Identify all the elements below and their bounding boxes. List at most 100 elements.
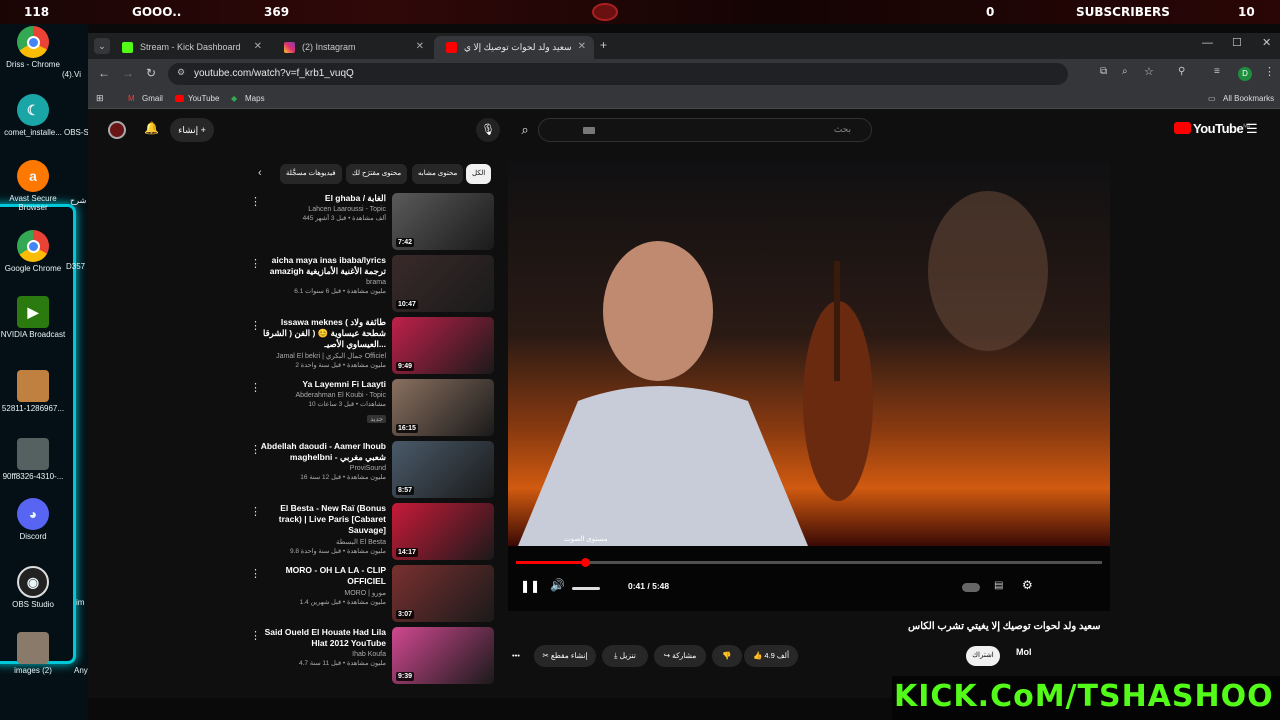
recommended-video[interactable]: ⋮ MORO - OH LA LA - CLIP OFFICIEL MORO | م… bbox=[248, 565, 494, 623]
duration-badge: 8:57 bbox=[396, 486, 415, 495]
recommended-title[interactable]: Ya Layemni Fi Laayti bbox=[256, 379, 386, 390]
thumbnail[interactable]: 7:42 bbox=[392, 193, 494, 250]
recommended-channel[interactable]: Ihab Koufa bbox=[256, 651, 386, 658]
zoom-icon[interactable]: ⌕ bbox=[1122, 66, 1128, 77]
tab-search-icon[interactable]: ⌄ bbox=[94, 38, 110, 54]
minimize-icon[interactable]: — bbox=[1202, 37, 1213, 49]
recommended-title[interactable]: El ghaba / الغابة bbox=[256, 193, 386, 204]
hamburger-menu-icon[interactable]: ☰ bbox=[1246, 121, 1258, 137]
more-actions-icon[interactable]: ••• bbox=[506, 645, 526, 667]
voice-search-icon[interactable]: 🎙 bbox=[476, 118, 500, 142]
close-tab-icon[interactable]: ✕ bbox=[254, 41, 262, 52]
thumbnail[interactable]: 10:47 bbox=[392, 255, 494, 312]
forward-icon[interactable]: → bbox=[122, 66, 134, 80]
chip-recommended[interactable]: محتوى مقترَح لك bbox=[346, 164, 408, 184]
recommended-video[interactable]: ⋮ El ghaba / الغابة Lahcen Laaroussi - Top… bbox=[248, 193, 494, 251]
dislike-button[interactable]: 👎 bbox=[712, 645, 742, 667]
recommended-title[interactable]: MORO - OH LA LA - CLIP OFFICIEL bbox=[256, 565, 386, 587]
progress-bar[interactable] bbox=[516, 558, 1102, 567]
chip-similar[interactable]: محتوى مشابه bbox=[412, 164, 464, 184]
close-tab-icon[interactable]: ✕ bbox=[416, 41, 424, 52]
recommended-channel[interactable]: brama bbox=[256, 279, 386, 286]
subtitles-icon[interactable]: ▤ bbox=[994, 580, 1003, 591]
desktop-icon-comet[interactable]: ☾ comet_installe... bbox=[0, 94, 66, 137]
desktop-icon-images-2[interactable]: images (2) bbox=[0, 632, 66, 675]
channel-name[interactable]: Mol bbox=[1016, 647, 1032, 657]
site-info-icon[interactable]: ⚙ bbox=[177, 67, 185, 78]
keyboard-icon[interactable] bbox=[583, 127, 595, 134]
volume-slider[interactable] bbox=[572, 587, 600, 590]
profile-avatar[interactable]: D bbox=[1238, 67, 1252, 81]
subscribe-button[interactable]: اشتراك bbox=[966, 646, 1000, 666]
account-avatar[interactable] bbox=[108, 121, 126, 139]
maximize-icon[interactable]: ☐ bbox=[1232, 36, 1242, 49]
recommended-channel[interactable]: Jamal El bekri | جمال البكري Officiel bbox=[256, 352, 386, 360]
clip-button[interactable]: ✂ إنشاء مقطع bbox=[534, 645, 596, 667]
cast-icon[interactable]: ⧉ bbox=[1100, 66, 1107, 77]
desktop-icon-image-52811[interactable]: 52811-1286967... bbox=[0, 370, 66, 413]
recommended-channel[interactable]: Abderahman El Koubi - Topic bbox=[256, 392, 386, 399]
close-window-icon[interactable]: ✕ bbox=[1262, 36, 1271, 49]
chip-recorded[interactable]: فيديوهات مسجَّلة bbox=[280, 164, 342, 184]
share-button[interactable]: ↪ مشاركة bbox=[654, 645, 706, 667]
desktop-icon-image-90ff[interactable]: 90ff8326-4310-... bbox=[0, 438, 66, 481]
recommended-video[interactable]: ⋮ Abdellah daoudi - Aamer lhoub maghelbni… bbox=[248, 441, 494, 499]
apps-icon[interactable]: ⊞ bbox=[96, 93, 104, 104]
thumbnail[interactable]: 9:49 bbox=[392, 317, 494, 374]
thumbnail[interactable]: 3:07 bbox=[392, 565, 494, 622]
recommended-title[interactable]: Abdellah daoudi - Aamer lhoub maghelbni … bbox=[256, 441, 386, 463]
volume-icon[interactable]: 🔊 bbox=[550, 578, 565, 592]
recommended-video[interactable]: ⋮ aicha maya inas ibaba/lyrics amazigh تر… bbox=[248, 255, 494, 313]
thumbnail[interactable]: 9:39 bbox=[392, 627, 494, 684]
desktop-icon-nvidia[interactable]: ▶ NVIDIA Broadcast bbox=[0, 296, 66, 339]
bookmark-maps[interactable]: Maps bbox=[245, 94, 265, 103]
recommended-video[interactable]: ⋮ Said Oueld El Houate Had Lila Hlat 2012… bbox=[248, 627, 494, 685]
recommended-channel[interactable]: MORO | مورو bbox=[256, 589, 386, 597]
video-player[interactable]: مستوى الصوت ❚❚ 🔊 0:41 / 5:48 ▤ ⚙ bbox=[508, 161, 1110, 611]
close-tab-icon[interactable]: ✕ bbox=[578, 41, 586, 52]
recommended-title[interactable]: El Besta - New Raï (Bonus track) | Live … bbox=[256, 503, 386, 536]
recommended-channel[interactable]: ProviSound bbox=[256, 465, 386, 472]
chrome-menu-icon[interactable]: ⋮ bbox=[1264, 65, 1275, 78]
desktop-icon-driss-chrome[interactable]: Driss - Chrome bbox=[0, 26, 66, 69]
recommended-title[interactable]: Said Oueld El Houate Had Lila Hlat 2012 … bbox=[256, 627, 386, 649]
bookmark-gmail[interactable]: Gmail bbox=[142, 94, 163, 103]
recommended-channel[interactable]: البسطة El Besta bbox=[256, 538, 386, 546]
reload-icon[interactable]: ↻ bbox=[146, 66, 156, 80]
pause-icon[interactable]: ❚❚ bbox=[520, 579, 540, 593]
download-button[interactable]: ⤓ تنزيل bbox=[602, 645, 648, 667]
all-bookmarks[interactable]: All Bookmarks bbox=[1223, 94, 1274, 103]
create-button[interactable]: إنشاء + bbox=[170, 118, 214, 142]
back-icon[interactable]: ← bbox=[98, 66, 110, 80]
chip-all[interactable]: الكل bbox=[466, 164, 492, 184]
tab-kick-dashboard[interactable]: Stream - Kick Dashboard ✕ bbox=[110, 36, 270, 59]
notifications-bell-icon[interactable]: 🔔 bbox=[144, 121, 159, 135]
desktop-icon-avast[interactable]: a Avast Secure Browser bbox=[0, 160, 66, 212]
recommended-video[interactable]: ⋮ Issawa meknes ( طائفة ولاد الشرقا ) شطح… bbox=[248, 317, 494, 375]
media-icon[interactable]: ≡ bbox=[1214, 66, 1220, 77]
desktop-icon-google-chrome[interactable]: Google Chrome bbox=[0, 230, 66, 273]
recommended-video[interactable]: ⋮ El Besta - New Raï (Bonus track) | Live… bbox=[248, 503, 494, 561]
tab-instagram[interactable]: (2) Instagram ✕ bbox=[272, 36, 432, 59]
recommended-video[interactable]: ⋮ Ya Layemni Fi Laayti Abderahman El Koubi… bbox=[248, 379, 494, 437]
recommended-title[interactable]: aicha maya inas ibaba/lyrics amazigh ترج… bbox=[256, 255, 386, 277]
search-input[interactable]: بحث bbox=[538, 118, 872, 142]
desktop-icon-obs[interactable]: ◉ OBS Studio bbox=[0, 566, 66, 609]
search-icon[interactable]: ⌕ bbox=[512, 118, 538, 142]
thumbnail[interactable]: 14:17 bbox=[392, 503, 494, 560]
extensions-icon[interactable]: ⚲ bbox=[1178, 66, 1185, 77]
settings-gear-icon[interactable]: ⚙ bbox=[1022, 578, 1033, 592]
thumbnail[interactable]: 8:57 bbox=[392, 441, 494, 498]
like-button[interactable]: 👍 4.9 ألف bbox=[744, 645, 798, 667]
youtube-logo[interactable]: YouTubeMA bbox=[1174, 121, 1250, 136]
desktop-icon-discord[interactable]: ◕ Discord bbox=[0, 498, 66, 541]
recommended-title[interactable]: Issawa meknes ( طائفة ولاد الشرقا ) شطحة… bbox=[256, 317, 386, 350]
recommended-channel[interactable]: Lahcen Laaroussi - Topic bbox=[256, 206, 386, 213]
thumbnail[interactable]: 16:15 bbox=[392, 379, 494, 436]
autoplay-toggle[interactable] bbox=[962, 583, 980, 592]
tab-youtube-video[interactable]: سعيد ولد لحوات توصيك إلا ي ✕ bbox=[434, 36, 594, 59]
url-input[interactable]: ⚙ youtube.com/watch?v=f_krb1_vuqQ bbox=[168, 63, 1068, 85]
bookmark-star-icon[interactable]: ☆ bbox=[1144, 65, 1154, 78]
new-tab-icon[interactable]: + bbox=[600, 38, 607, 52]
bookmark-youtube[interactable]: YouTube bbox=[188, 94, 219, 103]
